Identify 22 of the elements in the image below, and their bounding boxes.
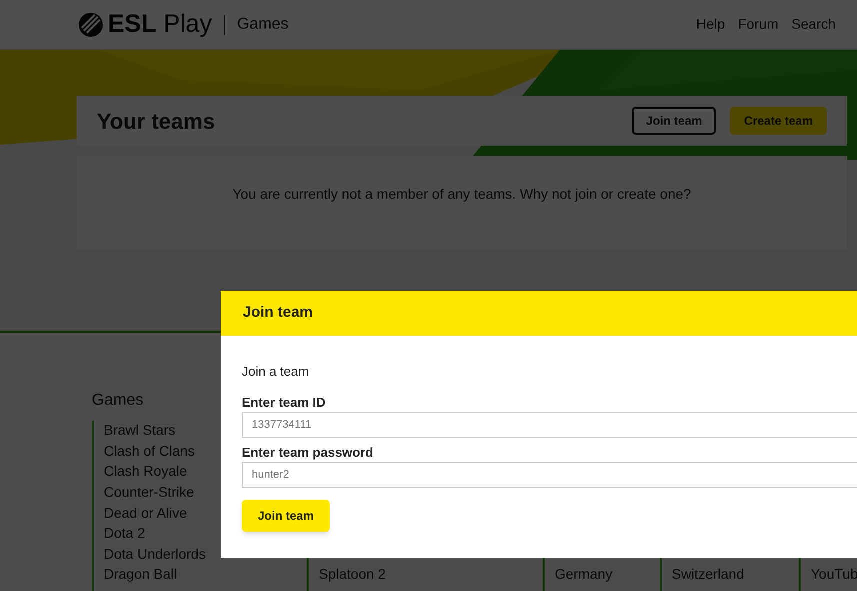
logo-icon — [78, 12, 104, 38]
nav-link[interactable]: Search — [792, 14, 836, 35]
nav-link[interactable]: Forum — [738, 14, 779, 35]
footer-link[interactable]: Splatoon 2 — [319, 564, 543, 585]
section-title: Games — [237, 14, 289, 34]
logo-text: ESL Play — [108, 8, 212, 40]
text-field[interactable]: hunter2 — [242, 462, 857, 488]
footer-heading: Games — [92, 391, 144, 411]
field-label: Enter team password — [242, 444, 374, 460]
page-title: Your teams — [97, 108, 216, 136]
join-team-submit-button[interactable]: Join team — [242, 500, 330, 532]
dialog-intro: Join a team — [242, 363, 310, 381]
footer-link[interactable]: Switzerland — [672, 564, 799, 585]
team-action-button[interactable]: Join team — [632, 107, 716, 135]
text-field[interactable]: 1337734111 — [242, 412, 857, 438]
empty-teams-message: You are currently not a member of any teams. Why not join or create one? — [232, 185, 692, 204]
nav-link[interactable]: Help — [696, 14, 726, 35]
dialog-title: Join team — [243, 303, 314, 324]
field-label: Enter team ID — [242, 394, 327, 410]
team-action-button[interactable]: Create team — [730, 107, 827, 135]
footer-link[interactable]: Dragon Ball — [104, 564, 307, 585]
footer-link[interactable]: Germany — [555, 564, 660, 585]
